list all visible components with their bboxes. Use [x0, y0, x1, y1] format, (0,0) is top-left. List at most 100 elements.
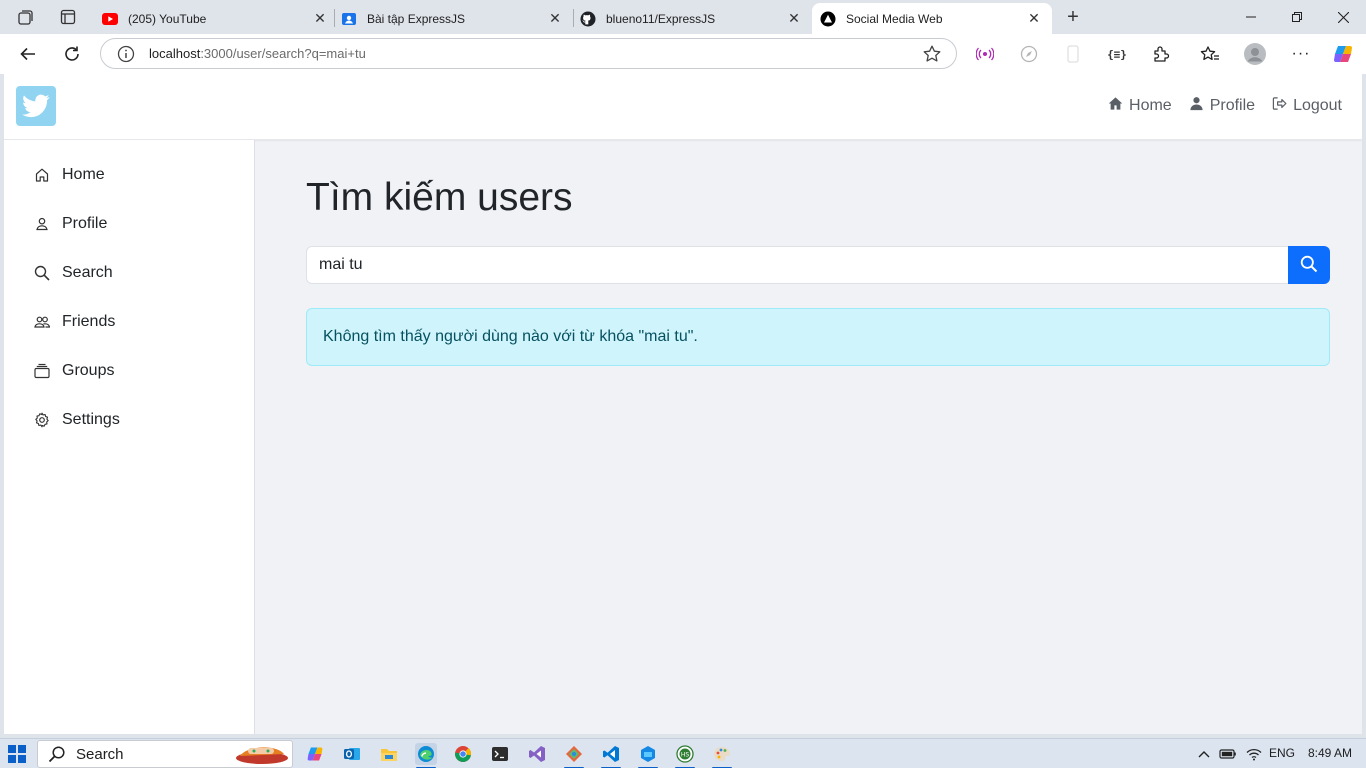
clock-time[interactable]: 8:49 AM: [1308, 746, 1352, 760]
close-tab-icon[interactable]: ✕: [784, 9, 804, 29]
sidebar-item-groups[interactable]: Groups: [34, 359, 114, 383]
edge-app-icon[interactable]: [415, 743, 437, 768]
sidebar-item-friends[interactable]: Friends: [34, 310, 115, 334]
broadcast-extension-icon[interactable]: [974, 43, 996, 65]
gear-icon: [34, 412, 50, 428]
hs-app-icon[interactable]: HS: [674, 743, 696, 768]
sidebar-item-label: Search: [62, 264, 113, 281]
nextjs-icon: [820, 11, 836, 27]
header-logout-label: Logout: [1293, 97, 1342, 114]
copilot-icon[interactable]: [1332, 43, 1354, 65]
outlook-app-icon[interactable]: [341, 743, 363, 765]
refresh-icon[interactable]: [58, 40, 86, 68]
svg-text:HS: HS: [681, 752, 690, 759]
twitter-logo-icon[interactable]: [16, 86, 56, 126]
groups-icon: [34, 363, 50, 379]
tab-social-media-web[interactable]: Social Media Web ✕: [812, 3, 1052, 34]
more-menu-icon[interactable]: ···: [1290, 43, 1312, 65]
url-host: localhost: [149, 46, 201, 61]
sidebar-item-label: Friends: [62, 313, 116, 330]
sidebar-item-settings[interactable]: Settings: [34, 408, 120, 432]
tab-actions-icon[interactable]: [57, 6, 79, 28]
header-logout-link[interactable]: Logout: [1272, 96, 1342, 116]
close-tab-icon[interactable]: ✕: [545, 9, 565, 29]
header-nav: Home Profile Logout: [1108, 96, 1342, 116]
sidebar-item-label: Settings: [62, 411, 120, 428]
header-home-link[interactable]: Home: [1108, 96, 1172, 116]
blank-extension-icon[interactable]: [1062, 43, 1084, 65]
url-text: localhost:3000/user/search?q=mai+tu: [149, 46, 922, 61]
sidebar-item-profile[interactable]: Profile: [34, 212, 107, 236]
minimize-icon[interactable]: [1228, 0, 1274, 34]
windows-start-icon[interactable]: [8, 745, 26, 763]
chrome-app-icon[interactable]: [452, 743, 474, 765]
site-header: Home Profile Logout: [4, 74, 1362, 140]
search-icon: [34, 265, 50, 281]
page-viewport: Home Profile Logout Home Profile Search …: [4, 74, 1362, 734]
youtube-icon: [102, 11, 118, 27]
tab-title: Social Media Web: [846, 11, 943, 26]
sidebar-item-label: Groups: [62, 362, 115, 379]
url-path: :3000/user/search?q=mai+tu: [200, 46, 366, 61]
taskbar: Search HS ENG 8:49 AM: [0, 738, 1366, 768]
compass-extension-icon[interactable]: [1018, 43, 1040, 65]
taskbar-search-label: Search: [76, 745, 124, 763]
tab-github[interactable]: blueno11/ExpressJS ✕: [572, 3, 812, 34]
hub-app-icon[interactable]: [637, 743, 659, 768]
address-bar[interactable]: localhost:3000/user/search?q=mai+tu: [100, 38, 957, 69]
favorites-icon[interactable]: [1199, 43, 1221, 65]
browser-toolbar: localhost:3000/user/search?q=mai+tu {≡} …: [0, 34, 1366, 74]
search-icon: [1300, 255, 1318, 276]
tab-title: blueno11/ExpressJS: [606, 11, 716, 26]
tab-title: (205) YouTube: [128, 11, 207, 26]
close-tab-icon[interactable]: ✕: [310, 9, 330, 29]
paint-app-icon[interactable]: [711, 743, 733, 768]
back-arrow-icon[interactable]: [14, 40, 42, 68]
person-icon: [1189, 96, 1204, 116]
user-search-form: [306, 246, 1330, 284]
wifi-icon[interactable]: [1245, 747, 1263, 761]
close-window-icon[interactable]: [1320, 0, 1366, 34]
header-profile-label: Profile: [1209, 97, 1256, 114]
profile-avatar-icon[interactable]: [1244, 43, 1266, 65]
sidebar-item-label: Home: [62, 166, 105, 183]
home-icon: [34, 167, 50, 183]
language-indicator[interactable]: ENG: [1269, 746, 1295, 760]
file-explorer-app-icon[interactable]: [378, 743, 400, 765]
browser-tab-strip: (205) YouTube ✕ Bài tập ExpressJS ✕ blue…: [0, 0, 1366, 34]
tab-baitap-expressjs[interactable]: Bài tập ExpressJS ✕: [333, 3, 573, 34]
sidebar-item-search[interactable]: Search: [34, 261, 113, 285]
restore-icon[interactable]: [1274, 0, 1320, 34]
sidebar-item-label: Profile: [62, 215, 108, 232]
tab-youtube[interactable]: (205) YouTube ✕: [94, 3, 338, 34]
json-extension-icon[interactable]: {≡}: [1106, 43, 1128, 65]
header-home-label: Home: [1129, 97, 1172, 114]
taskbar-search-box[interactable]: Search: [37, 740, 293, 768]
github-icon: [580, 11, 596, 27]
sidebar-item-home[interactable]: Home: [34, 163, 105, 187]
gitkraken-app-icon[interactable]: [563, 743, 585, 768]
search-input[interactable]: [306, 246, 1288, 284]
vscode-app-icon[interactable]: [600, 743, 622, 768]
new-tab-icon[interactable]: +: [1062, 6, 1084, 28]
close-tab-icon[interactable]: ✕: [1024, 9, 1044, 29]
search-button[interactable]: [1288, 246, 1330, 284]
people-icon: [34, 314, 50, 330]
no-results-alert: Không tìm thấy người dùng nào với từ khó…: [306, 308, 1330, 366]
home-icon: [1108, 96, 1123, 116]
terminal-app-icon[interactable]: [489, 743, 511, 765]
tray-chevron-up-icon[interactable]: [1196, 747, 1212, 761]
header-profile-link[interactable]: Profile: [1189, 96, 1255, 116]
copilot-app-icon[interactable]: [304, 743, 326, 765]
visual-studio-app-icon[interactable]: [526, 743, 548, 765]
battery-icon[interactable]: [1219, 747, 1237, 761]
workspaces-icon[interactable]: [15, 6, 37, 28]
logout-icon: [1272, 96, 1287, 116]
favorite-star-icon[interactable]: [922, 44, 942, 64]
person-icon: [34, 216, 50, 232]
page-title: Tìm kiếm users: [306, 176, 573, 219]
extensions-puzzle-icon[interactable]: [1150, 43, 1172, 65]
site-info-icon[interactable]: [117, 45, 135, 63]
tab-title: Bài tập ExpressJS: [367, 11, 466, 26]
search-highlight-image: [234, 742, 290, 766]
